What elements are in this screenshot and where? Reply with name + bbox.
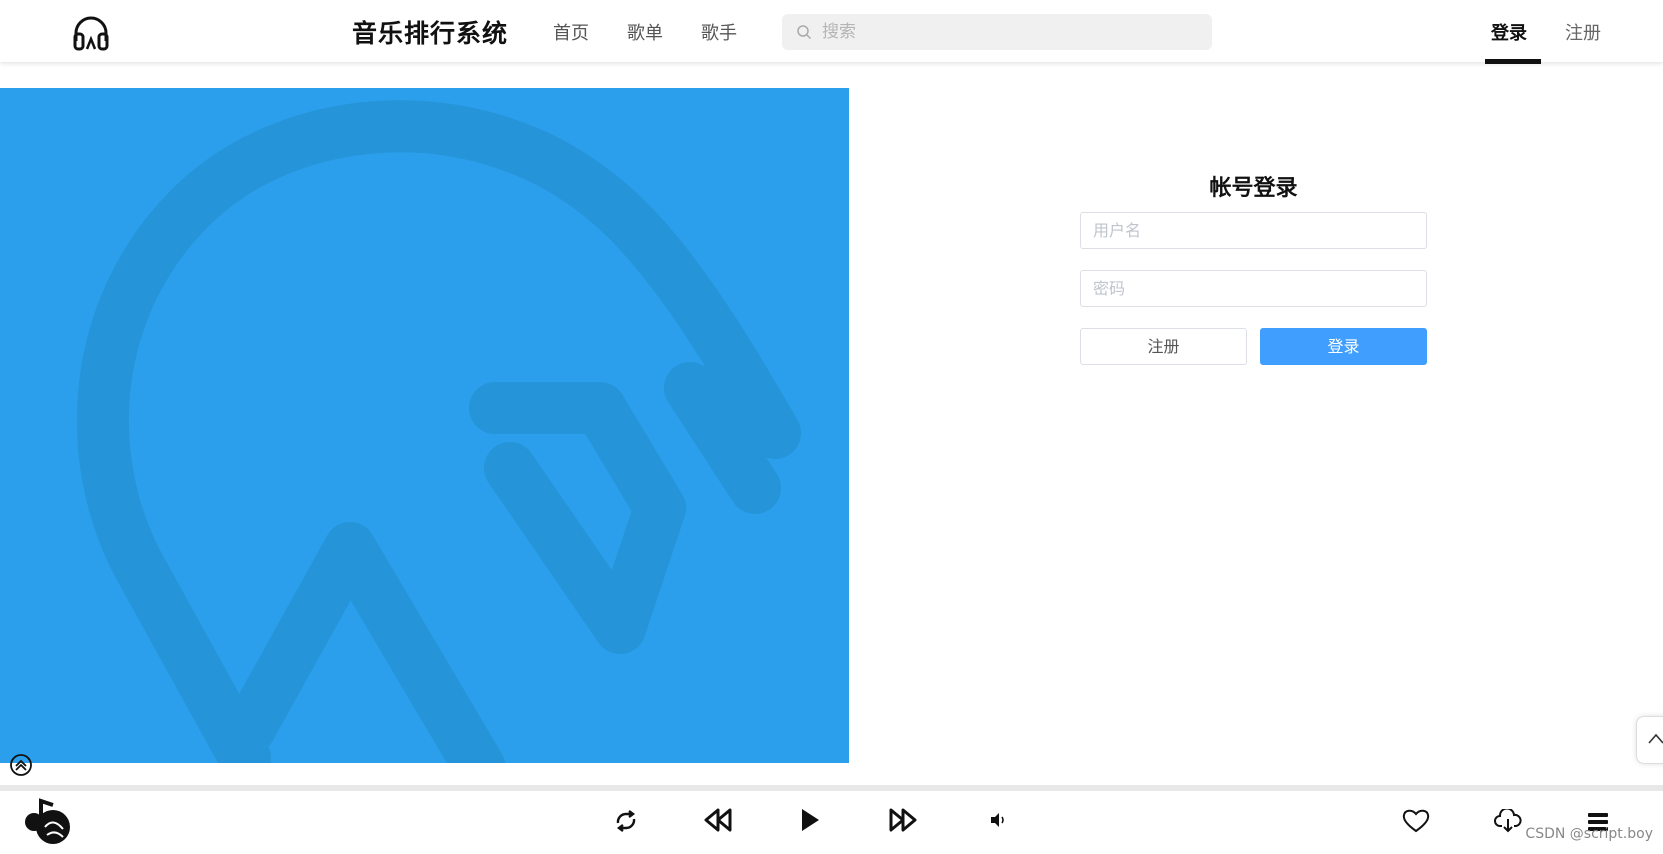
volume-icon[interactable] <box>989 812 1007 832</box>
search-icon[interactable] <box>796 24 812 40</box>
login-form-title: 帐号登录 <box>1209 176 1298 201</box>
back-to-top-button[interactable] <box>1636 716 1663 764</box>
chevron-up-icon <box>1648 733 1663 744</box>
top-navbar: 音乐排行系统 首页 歌单 歌手 登录 注册 <box>0 0 1663 64</box>
register-button[interactable]: 注册 <box>1080 328 1247 365</box>
player-bar <box>0 791 1663 854</box>
next-icon[interactable] <box>888 807 918 837</box>
expand-player-icon[interactable] <box>9 753 33 777</box>
watermark: CSDN @script.boy <box>1525 826 1653 842</box>
header-register-link[interactable]: 注册 <box>1565 19 1601 45</box>
download-cloud-icon[interactable] <box>1494 807 1522 837</box>
active-tab-underline <box>1485 59 1541 64</box>
headphones-logo-icon[interactable] <box>72 15 110 51</box>
nav-singers[interactable]: 歌手 <box>701 19 737 45</box>
previous-icon[interactable] <box>703 807 733 837</box>
music-note-logo-icon[interactable] <box>23 795 73 847</box>
nav-home[interactable]: 首页 <box>553 19 589 45</box>
username-input[interactable] <box>1080 212 1427 249</box>
heart-icon[interactable] <box>1402 808 1430 838</box>
loop-icon[interactable] <box>613 809 639 837</box>
nav-playlists[interactable]: 歌单 <box>627 19 663 45</box>
header-login-link[interactable]: 登录 <box>1491 19 1527 45</box>
search-box <box>782 14 1212 50</box>
password-input[interactable] <box>1080 270 1427 307</box>
app-title: 音乐排行系统 <box>352 19 509 48</box>
login-banner-image <box>0 88 849 763</box>
search-input[interactable] <box>822 14 1202 50</box>
headphones-watermark-icon <box>77 100 801 763</box>
login-button[interactable]: 登录 <box>1260 328 1427 365</box>
play-icon[interactable] <box>799 807 821 837</box>
